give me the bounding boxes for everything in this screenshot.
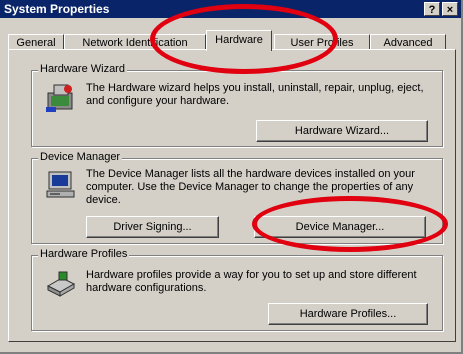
hardware-wizard-button[interactable]: Hardware Wizard... <box>256 120 428 142</box>
device-manager-button[interactable]: Device Manager... <box>254 216 426 238</box>
hardware-profiles-icon <box>46 271 76 297</box>
tab-hardware[interactable]: Hardware <box>206 30 272 51</box>
tab-advanced[interactable]: Advanced <box>370 34 446 50</box>
device-manager-description: The Device Manager lists all the hardwar… <box>86 168 415 206</box>
driver-signing-button[interactable]: Driver Signing... <box>86 216 219 238</box>
tab-user-profiles[interactable]: User Profiles <box>274 34 370 50</box>
system-properties-window: System Properties ? × General Network Id… <box>0 0 463 354</box>
tab-network-identification[interactable]: Network Identification <box>64 34 206 50</box>
device-manager-legend: Device Manager <box>38 151 123 163</box>
close-button[interactable]: × <box>442 2 458 16</box>
hardware-profiles-description: Hardware profiles provide a way for you … <box>86 269 417 294</box>
device-manager-group: Device Manager The Device Manager lists … <box>31 151 443 244</box>
hardware-tab-panel: Hardware Wizard The Hardware wizard help… <box>8 49 456 342</box>
hardware-wizard-icon <box>46 84 73 112</box>
hardware-wizard-group: Hardware Wizard The Hardware wizard help… <box>31 63 443 147</box>
hardware-profiles-group: Hardware Profiles Hardware profiles prov… <box>31 248 443 331</box>
title-bar[interactable]: System Properties ? × <box>0 0 461 18</box>
window-title: System Properties <box>4 2 110 16</box>
hardware-wizard-legend: Hardware Wizard <box>38 63 127 75</box>
help-button[interactable]: ? <box>424 2 440 16</box>
hardware-profiles-legend: Hardware Profiles <box>38 248 130 260</box>
tab-strip: General Network Identification Hardware … <box>8 28 458 51</box>
hardware-wizard-description: The Hardware wizard helps you install, u… <box>86 82 424 107</box>
tab-general[interactable]: General <box>8 34 64 50</box>
computer-icon <box>46 171 75 198</box>
hardware-profiles-button[interactable]: Hardware Profiles... <box>268 303 428 325</box>
